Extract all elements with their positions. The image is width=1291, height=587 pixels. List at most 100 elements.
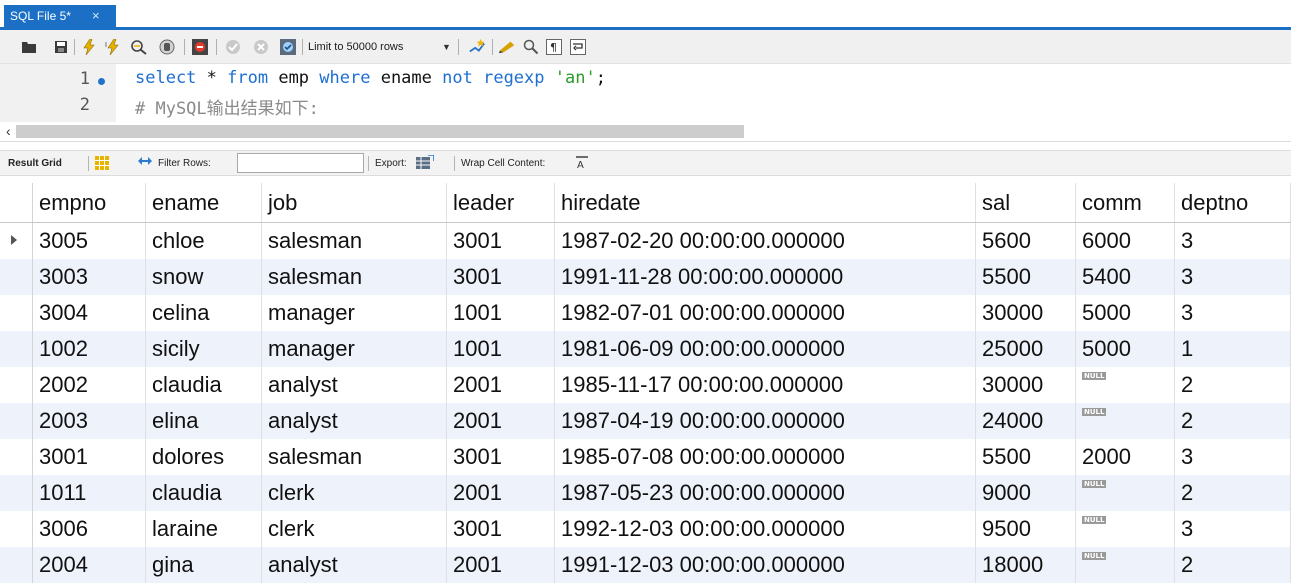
- cell-job[interactable]: clerk: [262, 475, 447, 511]
- cell-hiredate[interactable]: 1981-06-09 00:00:00.000000: [555, 331, 976, 367]
- row-selector[interactable]: [0, 403, 33, 439]
- cell-comm[interactable]: 5000: [1076, 295, 1175, 331]
- save-icon[interactable]: [52, 38, 70, 56]
- table-row[interactable]: 3004 celina manager 1001 1982-07-01 00:00:00…: [0, 295, 1291, 331]
- cell-deptno[interactable]: 2: [1175, 547, 1291, 583]
- cell-leader[interactable]: 1001: [447, 331, 555, 367]
- cell-hiredate[interactable]: 1985-07-08 00:00:00.000000: [555, 439, 976, 475]
- cell-empno[interactable]: 2002: [33, 367, 146, 403]
- cell-job[interactable]: manager: [262, 331, 447, 367]
- cell-sal[interactable]: 5500: [976, 439, 1076, 475]
- scroll-left-icon[interactable]: ‹: [6, 123, 11, 139]
- table-row[interactable]: 1011 claudia clerk 2001 1987-05-23 00:00:00.…: [0, 475, 1291, 511]
- cell-leader[interactable]: 3001: [447, 439, 555, 475]
- row-selector[interactable]: [0, 547, 33, 583]
- invisible-chars-icon[interactable]: ¶: [545, 38, 563, 56]
- stop-icon[interactable]: [158, 38, 176, 56]
- row-selector[interactable]: [0, 331, 33, 367]
- cell-empno[interactable]: 3005: [33, 223, 146, 259]
- execute-icon[interactable]: [80, 38, 98, 56]
- open-folder-icon[interactable]: [20, 38, 38, 56]
- cell-hiredate[interactable]: 1991-11-28 00:00:00.000000: [555, 259, 976, 295]
- row-selector[interactable]: [0, 367, 33, 403]
- autocommit-icon[interactable]: [279, 38, 297, 56]
- cell-comm[interactable]: NULL: [1076, 475, 1175, 511]
- wrap-cell-icon[interactable]: A: [576, 156, 588, 174]
- cell-sal[interactable]: 30000: [976, 295, 1076, 331]
- cell-empno[interactable]: 3001: [33, 439, 146, 475]
- cell-ename[interactable]: dolores: [146, 439, 262, 475]
- commit-icon[interactable]: [224, 38, 242, 56]
- table-row[interactable]: 2003 elina analyst 2001 1987-04-19 00:00:00.…: [0, 403, 1291, 439]
- code-line-1[interactable]: select * from emp where ename not regexp…: [135, 68, 606, 88]
- execute-current-icon[interactable]: I: [104, 38, 122, 56]
- find-icon[interactable]: [498, 38, 516, 56]
- cell-hiredate[interactable]: 1991-12-03 00:00:00.000000: [555, 547, 976, 583]
- cell-sal[interactable]: 9000: [976, 475, 1076, 511]
- cell-deptno[interactable]: 2: [1175, 475, 1291, 511]
- cell-job[interactable]: clerk: [262, 511, 447, 547]
- cell-sal[interactable]: 5500: [976, 259, 1076, 295]
- rollback-icon[interactable]: [252, 38, 270, 56]
- cell-leader[interactable]: 3001: [447, 259, 555, 295]
- column-header-job[interactable]: job: [262, 183, 447, 222]
- limit-rows-select[interactable]: Limit to 50000 rows: [308, 39, 403, 55]
- cell-deptno[interactable]: 3: [1175, 259, 1291, 295]
- cell-sal[interactable]: 9500: [976, 511, 1076, 547]
- cell-deptno[interactable]: 3: [1175, 223, 1291, 259]
- table-row[interactable]: 3006 laraine clerk 3001 1992-12-03 00:00:00.…: [0, 511, 1291, 547]
- row-selector[interactable]: [0, 511, 33, 547]
- cell-hiredate[interactable]: 1992-12-03 00:00:00.000000: [555, 511, 976, 547]
- cell-ename[interactable]: sicily: [146, 331, 262, 367]
- cell-comm[interactable]: 2000: [1076, 439, 1175, 475]
- cell-leader[interactable]: 3001: [447, 511, 555, 547]
- cell-job[interactable]: analyst: [262, 547, 447, 583]
- cell-comm[interactable]: 5400: [1076, 259, 1175, 295]
- cell-sal[interactable]: 5600: [976, 223, 1076, 259]
- column-header-deptno[interactable]: deptno: [1175, 183, 1291, 222]
- cell-hiredate[interactable]: 1982-07-01 00:00:00.000000: [555, 295, 976, 331]
- cell-job[interactable]: salesman: [262, 259, 447, 295]
- search-icon[interactable]: [522, 38, 540, 56]
- cell-empno[interactable]: 1002: [33, 331, 146, 367]
- cell-deptno[interactable]: 3: [1175, 295, 1291, 331]
- cell-deptno[interactable]: 3: [1175, 439, 1291, 475]
- cell-sal[interactable]: 24000: [976, 403, 1076, 439]
- cell-empno[interactable]: 2003: [33, 403, 146, 439]
- row-selector[interactable]: [0, 259, 33, 295]
- filter-rows-input[interactable]: [237, 153, 364, 173]
- cell-comm[interactable]: 6000: [1076, 223, 1175, 259]
- cell-empno[interactable]: 3004: [33, 295, 146, 331]
- cell-job[interactable]: salesman: [262, 439, 447, 475]
- table-row[interactable]: 1002 sicily manager 1001 1981-06-09 00:00:00…: [0, 331, 1291, 367]
- cell-deptno[interactable]: 2: [1175, 367, 1291, 403]
- cell-ename[interactable]: chloe: [146, 223, 262, 259]
- cell-job[interactable]: salesman: [262, 223, 447, 259]
- cell-hiredate[interactable]: 1985-11-17 00:00:00.000000: [555, 367, 976, 403]
- cell-job[interactable]: manager: [262, 295, 447, 331]
- cell-deptno[interactable]: 1: [1175, 331, 1291, 367]
- wrap-icon[interactable]: [569, 38, 587, 56]
- cell-comm[interactable]: 5000: [1076, 331, 1175, 367]
- cell-sal[interactable]: 30000: [976, 367, 1076, 403]
- table-row[interactable]: 3001 dolores salesman 3001 1985-07-08 00:00:…: [0, 439, 1291, 475]
- cell-empno[interactable]: 1011: [33, 475, 146, 511]
- cell-comm[interactable]: NULL: [1076, 511, 1175, 547]
- cell-comm[interactable]: NULL: [1076, 403, 1175, 439]
- cell-empno[interactable]: 3003: [33, 259, 146, 295]
- code-line-2[interactable]: # MySQL输出结果如下:: [135, 94, 319, 119]
- row-selector[interactable]: [0, 223, 33, 259]
- cell-ename[interactable]: claudia: [146, 475, 262, 511]
- cell-ename[interactable]: gina: [146, 547, 262, 583]
- cell-leader[interactable]: 3001: [447, 223, 555, 259]
- table-row[interactable]: 2002 claudia analyst 2001 1985-11-17 00:00:0…: [0, 367, 1291, 403]
- result-grid-tab[interactable]: Result Grid: [8, 157, 62, 170]
- editor-horizontal-scrollbar[interactable]: ‹: [0, 122, 1291, 142]
- cell-deptno[interactable]: 3: [1175, 511, 1291, 547]
- cell-empno[interactable]: 2004: [33, 547, 146, 583]
- sql-editor[interactable]: 1 select * from emp where ename not rege…: [0, 64, 1291, 122]
- cell-sal[interactable]: 25000: [976, 331, 1076, 367]
- cell-ename[interactable]: claudia: [146, 367, 262, 403]
- table-row[interactable]: 2004 gina analyst 2001 1991-12-03 00:00:00.0…: [0, 547, 1291, 583]
- cell-leader[interactable]: 2001: [447, 547, 555, 583]
